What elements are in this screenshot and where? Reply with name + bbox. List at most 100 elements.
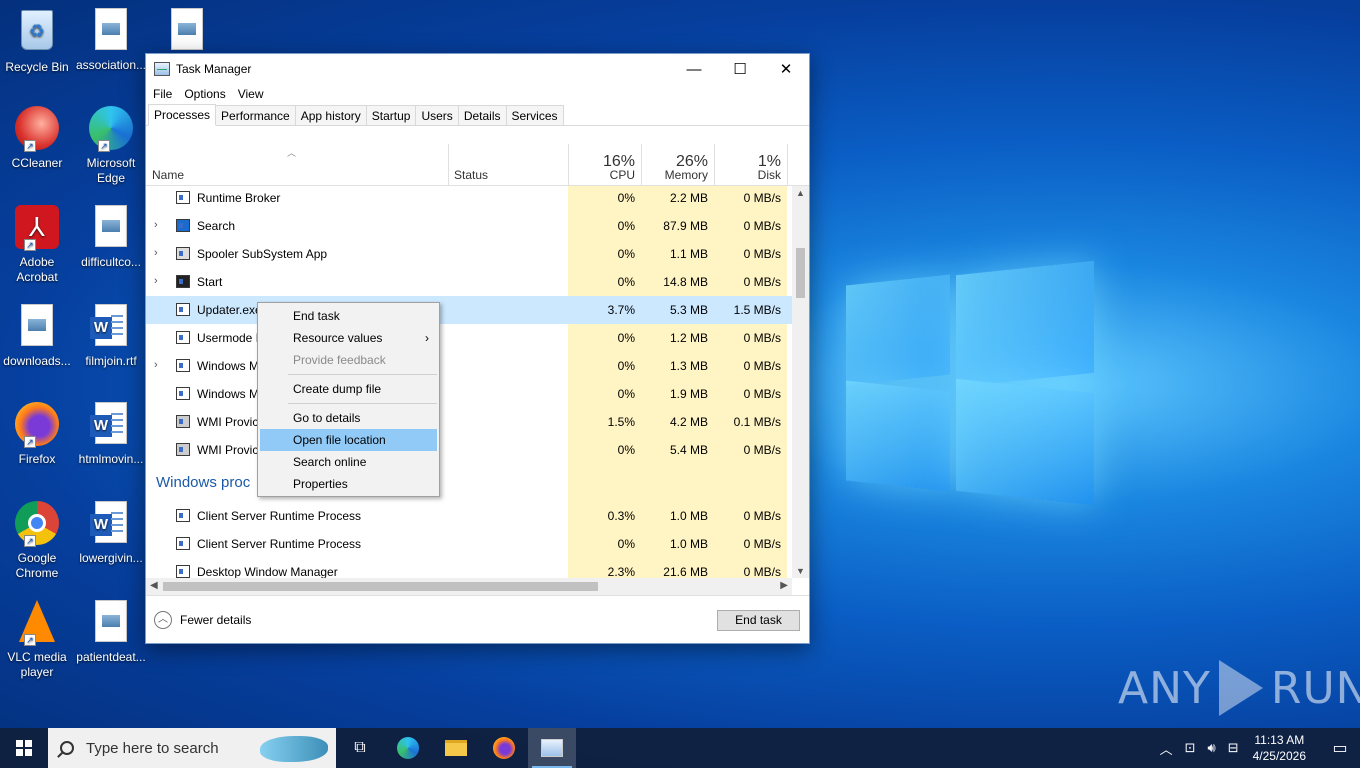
fewer-details-button[interactable]: ︿ Fewer details	[154, 611, 251, 629]
tab-app-history[interactable]: App history	[294, 105, 367, 125]
table-row[interactable]: WMI Provic 1.5% 4.2 MB 0.1 MB/s	[146, 408, 792, 436]
desktop-icon-filmjoin[interactable]: W filmjoin.rtf	[74, 304, 148, 369]
column-label: Name	[152, 168, 185, 182]
disk-value: 0 MB/s	[714, 380, 787, 408]
menu-view[interactable]: View	[238, 87, 264, 101]
end-task-button[interactable]: End task	[717, 610, 800, 631]
menu-item-open-file-location[interactable]: Open file location	[260, 429, 437, 451]
menu-item-end-task[interactable]: End task	[260, 305, 437, 327]
column-cpu[interactable]: 16% CPU	[568, 144, 641, 186]
input-indicator-icon[interactable]: ⊟	[1228, 740, 1239, 756]
maximize-button[interactable]: ☐	[717, 54, 763, 84]
desktop-icon-recycle-bin[interactable]: ♻ Recycle Bin	[0, 8, 74, 75]
desktop-icon-edge[interactable]: ↗ Microsoft Edge	[74, 106, 148, 186]
menu-item-search-online[interactable]: Search online	[260, 451, 437, 473]
tab-startup[interactable]: Startup	[365, 105, 417, 125]
scroll-up-arrow-icon[interactable]: ▲	[796, 188, 805, 198]
tab-processes[interactable]: Processes	[148, 104, 217, 126]
table-row[interactable]: › Windows M 0% 1.3 MB 0 MB/s	[146, 352, 792, 380]
volume-icon[interactable]: 🔊︎	[1208, 740, 1216, 756]
desktop-icon-association[interactable]: association...	[74, 8, 148, 73]
tab-strip: Processes Performance App history Startu…	[146, 104, 809, 126]
column-name[interactable]: ︿ Name	[146, 144, 448, 186]
table-row[interactable]: Windows M 0% 1.9 MB 0 MB/s	[146, 380, 792, 408]
desktop-icon-vlc[interactable]: ↗ VLC media player	[0, 600, 74, 680]
column-disk[interactable]: 1% Disk	[714, 144, 787, 186]
table-row[interactable]: Client Server Runtime Process 0% 1.0 MB …	[146, 530, 792, 558]
cpu-value: 2.3%	[568, 558, 641, 578]
start-button[interactable]	[0, 728, 48, 768]
table-row[interactable]: WMI Provic 0% 5.4 MB 0 MB/s	[146, 436, 792, 464]
menu-separator	[288, 403, 437, 404]
tab-details[interactable]: Details	[457, 105, 507, 125]
chevron-up-icon[interactable]: ︿	[1160, 739, 1173, 758]
tab-performance[interactable]: Performance	[215, 105, 296, 125]
search-icon	[60, 741, 74, 755]
table-row[interactable]: › Spooler SubSystem App 0% 1.1 MB 0 MB/s	[146, 240, 792, 268]
scroll-thumb[interactable]	[796, 248, 805, 298]
tab-users[interactable]: Users	[415, 105, 459, 125]
expand-chevron-icon[interactable]: ›	[154, 247, 158, 259]
task-view-button[interactable]: ⧉	[336, 728, 384, 768]
table-row[interactable]: › Start 0% 14.8 MB 0 MB/s	[146, 268, 792, 296]
tab-services[interactable]: Services	[505, 105, 564, 125]
expand-chevron-icon[interactable]: ›	[154, 275, 158, 287]
clock[interactable]: 11:13 AM 4/25/2026	[1253, 732, 1306, 764]
desktop-icon-difficultco[interactable]: difficultco...	[74, 205, 148, 270]
desktop-icon-label: Firefox	[18, 452, 56, 466]
desktop-icon-downloads[interactable]: downloads...	[0, 304, 74, 369]
table-row[interactable]: Desktop Window Manager 2.3% 21.6 MB 0 MB…	[146, 558, 792, 578]
expand-chevron-icon[interactable]: ›	[154, 219, 158, 231]
menu-options[interactable]: Options	[184, 87, 225, 101]
desktop-icon-firefox[interactable]: ↗ Firefox	[0, 402, 74, 467]
taskbar-edge-button[interactable]	[384, 728, 432, 768]
horizontal-scrollbar[interactable]: ◀ ▶	[146, 578, 792, 595]
title-bar[interactable]: Task Manager — ☐ ✕	[146, 54, 809, 84]
desktop-icon-adobe-acrobat[interactable]: ⅄ ↗ Adobe Acrobat	[0, 205, 74, 285]
cpu-value: 0%	[568, 436, 641, 464]
table-row[interactable]: › Search 0% 87.9 MB 0 MB/s	[146, 212, 792, 240]
group-header-windows-processes[interactable]: Windows proc	[146, 464, 792, 502]
wmi-provider-icon	[176, 415, 190, 428]
desktop-icon-label: association...	[75, 58, 147, 72]
recycle-bin-icon: ♻	[14, 10, 60, 56]
start-icon	[176, 275, 190, 288]
table-row[interactable]: Client Server Runtime Process 0.3% 1.0 M…	[146, 502, 792, 530]
menu-item-go-to-details[interactable]: Go to details	[260, 407, 437, 429]
close-button[interactable]: ✕	[763, 54, 809, 84]
scroll-right-arrow-icon[interactable]: ▶	[780, 580, 788, 591]
scroll-left-arrow-icon[interactable]: ◀	[150, 580, 158, 591]
menu-item-properties[interactable]: Properties	[260, 473, 437, 495]
scroll-down-arrow-icon[interactable]: ▼	[796, 566, 805, 576]
desktop-icon-ccleaner[interactable]: ↗ CCleaner	[0, 106, 74, 171]
fewer-details-label: Fewer details	[180, 613, 252, 627]
process-icon	[176, 303, 190, 316]
column-status[interactable]: Status	[448, 144, 568, 186]
minimize-button[interactable]: —	[671, 54, 717, 84]
taskbar-firefox-button[interactable]	[480, 728, 528, 768]
process-icon	[176, 565, 190, 578]
menu-file[interactable]: File	[153, 87, 172, 101]
expand-chevron-icon[interactable]: ›	[154, 359, 158, 371]
taskbar-file-explorer-button[interactable]	[432, 728, 480, 768]
menu-item-resource-values[interactable]: Resource values ›	[260, 327, 437, 349]
network-icon[interactable]: ⊡	[1185, 740, 1196, 756]
desktop-icon-htmlmovin[interactable]: W htmlmovin...	[74, 402, 148, 467]
desktop-icon-chrome[interactable]: ↗ Google Chrome	[0, 501, 74, 581]
table-row[interactable]: Usermode F 0% 1.2 MB 0 MB/s	[146, 324, 792, 352]
menu-item-create-dump-file[interactable]: Create dump file	[260, 378, 437, 400]
vertical-scrollbar[interactable]: ▲ ▼	[792, 186, 809, 578]
desktop-icon-file[interactable]	[150, 8, 224, 58]
watermark-text-right: RUN	[1270, 662, 1360, 714]
sort-arrow-icon: ︿	[287, 148, 297, 158]
taskbar-search-box[interactable]: Type here to search	[48, 728, 336, 768]
column-memory[interactable]: 26% Memory	[641, 144, 714, 186]
table-row-selected[interactable]: Updater.exe 3.7% 5.3 MB 1.5 MB/s	[146, 296, 792, 324]
desktop-icon-patientdeat[interactable]: patientdeat...	[74, 600, 148, 665]
notification-center-button[interactable]: ▭	[1320, 728, 1360, 768]
desktop-icon-lowergivin[interactable]: W lowergivin...	[74, 501, 148, 566]
table-row[interactable]: Runtime Broker 0% 2.2 MB 0 MB/s	[146, 186, 792, 212]
process-icon	[176, 359, 190, 372]
taskbar-task-manager-button[interactable]	[528, 728, 576, 768]
scroll-thumb[interactable]	[163, 582, 598, 591]
